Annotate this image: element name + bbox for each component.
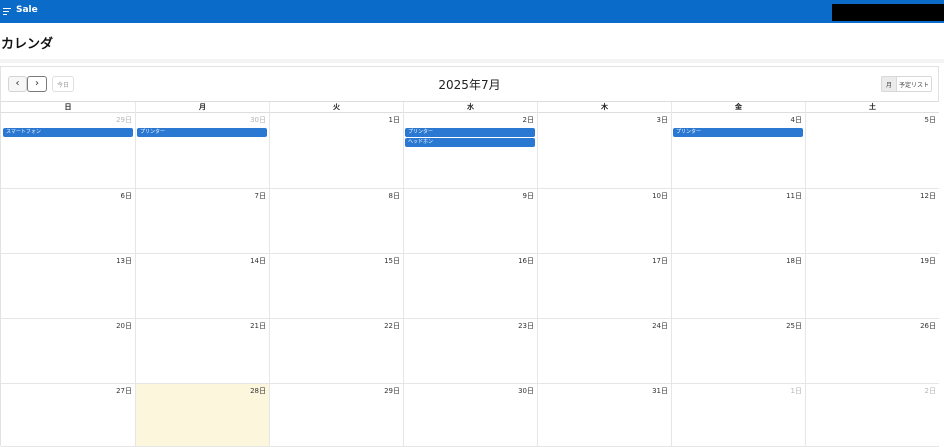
day-number[interactable]: 26日 [920,321,936,331]
day-number[interactable]: 10日 [652,191,668,201]
month-grid: 日 月火水木金土 29日 30日 1日 2日 3日 4日 5日 6日 7日 8日 9日 10日 11日 12… [1,101,939,447]
day-cell[interactable]: 12日 [805,189,939,254]
day-cell[interactable]: 26日 [805,319,939,384]
month-view-button[interactable]: 月 [881,76,897,92]
day-number[interactable]: 11日 [786,191,802,201]
day-number[interactable]: 29日 [116,115,132,125]
day-cell[interactable]: 10日 [537,189,671,254]
calendar: ‹ › 今日 2025年7月 月 予定リスト 日月火水木金土 29日 30日 1日 2… [0,66,939,447]
calendar-event[interactable]: プリンター [137,128,267,137]
day-cell[interactable]: 9日 [403,189,537,254]
calendar-event[interactable]: プリンター [673,128,803,137]
day-number[interactable]: 25日 [786,321,802,331]
day-number[interactable]: 17日 [652,256,668,266]
day-cell[interactable]: 14日 [135,254,269,319]
day-cell[interactable]: 1日 [671,384,805,447]
day-cell[interactable]: 16日 [403,254,537,319]
weekday-header: 日 [64,103,72,111]
day-number[interactable]: 3日 [657,115,668,125]
day-number[interactable]: 20日 [116,321,132,331]
day-cell[interactable]: 17日 [537,254,671,319]
day-cell[interactable]: 25日 [671,319,805,384]
day-number[interactable]: 4日 [791,115,802,125]
day-cell[interactable]: 8日 [269,189,403,254]
day-number[interactable]: 2日 [523,115,534,125]
day-cell[interactable]: 15日 [269,254,403,319]
day-number[interactable]: 31日 [652,386,668,396]
top-app-bar: Sale [0,0,944,23]
weekday-header: 金 [671,102,805,113]
day-number[interactable]: 14日 [250,256,266,266]
calendar-event[interactable]: スマートフォン [3,128,133,137]
day-cell[interactable]: 1日 [269,113,403,189]
day-cell[interactable]: 3日 [537,113,671,189]
day-cell[interactable]: 23日 [403,319,537,384]
page-title: カレンダ [1,37,54,52]
day-cell[interactable]: 7日 [135,189,269,254]
weekday-header-row: 日 月火水木金土 [1,101,939,113]
day-number[interactable]: 19日 [920,256,936,266]
day-number[interactable]: 2日 [925,386,936,396]
month-title: 2025年7月 [438,78,501,92]
app-title[interactable]: Sale [16,5,38,15]
day-cell[interactable]: 2日 [403,113,537,189]
day-number[interactable]: 1日 [389,115,400,125]
day-number[interactable]: 22日 [384,321,400,331]
day-number[interactable]: 7日 [255,191,266,201]
day-cell[interactable]: 11日 [671,189,805,254]
day-number[interactable]: 15日 [384,256,400,266]
day-number[interactable]: 29日 [384,386,400,396]
day-cell[interactable]: 19日 [805,254,939,319]
weekday-header: 月 [135,102,269,113]
weekday-header: 火 [269,102,403,113]
day-number[interactable]: 30日 [250,115,266,125]
view-switcher: 月 予定リスト [881,76,932,92]
day-cell[interactable]: 6日 [1,189,135,254]
day-cell[interactable]: 29日 [269,384,403,447]
day-cell[interactable]: 2日 [805,384,939,447]
day-number[interactable]: 12日 [920,191,936,201]
day-number[interactable]: 24日 [652,321,668,331]
day-cell[interactable]: 24日 [537,319,671,384]
day-number[interactable]: 23日 [518,321,534,331]
title-divider [0,59,944,63]
day-number[interactable]: 21日 [250,321,266,331]
day-number[interactable]: 28日 [250,386,266,396]
day-number[interactable]: 27日 [116,386,132,396]
day-cell[interactable]: 31日 [537,384,671,447]
day-number[interactable]: 16日 [518,256,534,266]
hamburger-menu-icon[interactable] [3,8,11,15]
day-cell-today[interactable]: 28日 [135,384,269,447]
day-cell[interactable]: 27日 [1,384,135,447]
day-cell[interactable]: 13日 [1,254,135,319]
day-number[interactable]: 9日 [523,191,534,201]
list-view-button[interactable]: 予定リスト [897,76,932,92]
day-number[interactable]: 30日 [518,386,534,396]
day-number[interactable]: 8日 [389,191,400,201]
day-cell[interactable]: 29日 [1,113,135,189]
day-number[interactable]: 6日 [121,191,132,201]
weekday-header: 水 [403,102,537,113]
day-number[interactable]: 13日 [116,256,132,266]
day-cell[interactable]: 5日 [805,113,939,189]
day-cell[interactable]: 20日 [1,319,135,384]
day-number[interactable]: 1日 [791,386,802,396]
day-number[interactable]: 5日 [925,115,936,125]
weekday-header: 土 [805,102,939,113]
day-cell[interactable]: 21日 [135,319,269,384]
day-cell[interactable]: 18日 [671,254,805,319]
day-cell[interactable]: 30日 [135,113,269,189]
day-cell[interactable]: 30日 [403,384,537,447]
calendar-event[interactable]: プリンター [405,128,535,137]
weekday-header: 木 [537,102,671,113]
user-menu[interactable] [832,4,944,21]
calendar-event[interactable]: ヘッドホン [405,138,535,147]
day-cell[interactable]: 4日 [671,113,805,189]
day-number[interactable]: 18日 [786,256,802,266]
day-cell[interactable]: 22日 [269,319,403,384]
